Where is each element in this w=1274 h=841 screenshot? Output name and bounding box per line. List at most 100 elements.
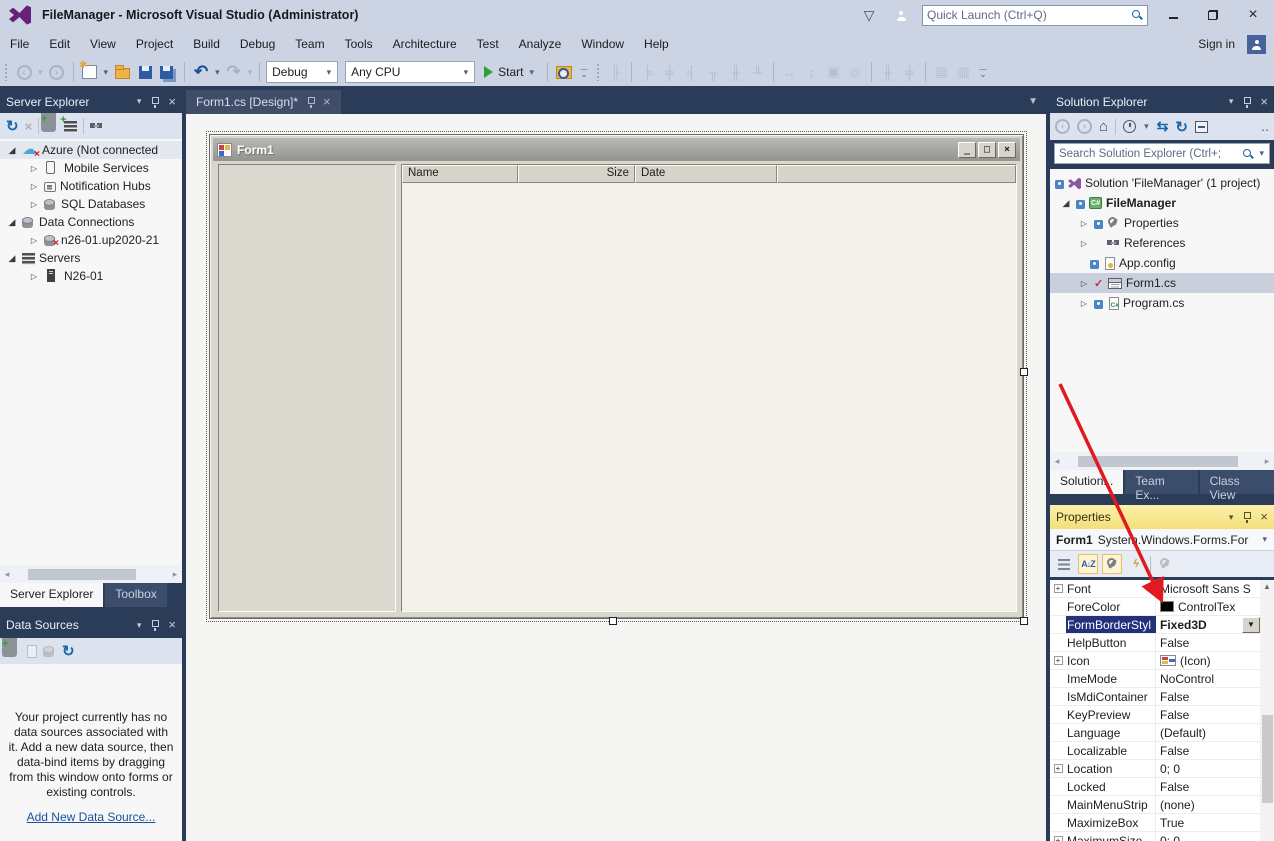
close-button[interactable]: × (1238, 3, 1268, 27)
save-all-icon[interactable] (158, 61, 178, 83)
menu-project[interactable]: Project (126, 32, 183, 56)
scroll-left-icon[interactable]: ◂ (0, 569, 14, 580)
form-listview[interactable]: Name Size Date (401, 164, 1017, 612)
column-header-name[interactable]: Name (402, 165, 518, 183)
new-project-dropdown-icon[interactable]: ▾ (103, 67, 110, 78)
expand-toggle-icon[interactable]: + (1054, 656, 1063, 665)
scroll-right-icon[interactable]: ▸ (1260, 456, 1274, 467)
designer-surface[interactable]: Form1 _ □ × Name Size Date (186, 114, 1046, 841)
form-treeview[interactable] (218, 164, 396, 612)
window-position-icon[interactable]: ▾ (137, 620, 142, 631)
scrollbar-thumb[interactable] (1262, 715, 1273, 803)
solution-platform-combo[interactable]: Any CPU ▾ (345, 61, 475, 83)
tree-item-database-connection[interactable]: ▷ × n26-01.up2020-21 (0, 231, 182, 249)
property-row-locked[interactable]: Locked False (1050, 778, 1274, 796)
minimize-button[interactable] (1158, 3, 1188, 27)
horizontal-scrollbar[interactable]: ◂ ▸ (1050, 452, 1274, 470)
property-row-helpbutton[interactable]: HelpButton False (1050, 634, 1274, 652)
sign-in-link[interactable]: Sign in (1198, 37, 1235, 51)
tree-item-server-n26[interactable]: ▷ N26-01 (0, 267, 182, 285)
find-in-files-icon[interactable] (554, 61, 574, 83)
window-position-icon[interactable]: ▾ (1229, 512, 1234, 523)
undo-icon[interactable]: ↶ (191, 61, 211, 83)
designed-form[interactable]: Form1 _ □ × Name Size Date (209, 134, 1024, 619)
events-icon[interactable]: ϟ (1126, 554, 1146, 574)
property-row-forecolor[interactable]: ForeColor ControlTex (1050, 598, 1274, 616)
search-options-icon[interactable]: ▾ (1258, 148, 1265, 159)
menu-window[interactable]: Window (571, 32, 634, 56)
toolbar-overflow-icon[interactable]: ‥ (1261, 120, 1269, 134)
pin-icon[interactable] (150, 619, 159, 631)
tree-item-references[interactable]: ▷ References (1050, 233, 1274, 253)
menu-build[interactable]: Build (183, 32, 230, 56)
new-project-icon[interactable] (80, 61, 100, 83)
pin-icon[interactable] (150, 96, 159, 108)
pin-icon[interactable] (306, 96, 315, 108)
scroll-up-icon[interactable]: ▲ (1260, 580, 1274, 594)
toolbar-overflow-icon[interactable]: ⌄ (577, 68, 591, 76)
window-position-icon[interactable]: ▾ (1229, 96, 1234, 107)
expand-toggle-icon[interactable]: + (1054, 584, 1063, 593)
tree-item-sql-databases[interactable]: ▷ SQL Databases (0, 195, 182, 213)
close-icon[interactable]: × (1260, 96, 1268, 108)
tab-form1-design[interactable]: Form1.cs [Design]* × (186, 90, 341, 114)
expander-icon[interactable]: ▷ (1078, 299, 1090, 308)
quick-launch-input[interactable] (927, 8, 1131, 22)
send-feedback-icon[interactable] (890, 7, 912, 23)
menu-file[interactable]: File (0, 32, 39, 56)
tab-toolbox[interactable]: Toolbox (105, 583, 166, 607)
designed-form-titlebar[interactable]: Form1 _ □ × (213, 138, 1020, 161)
property-row-imemode[interactable]: ImeMode NoControl (1050, 670, 1274, 688)
scroll-right-icon[interactable]: ▸ (168, 569, 182, 580)
menu-help[interactable]: Help (634, 32, 679, 56)
horizontal-scrollbar[interactable]: ◂ ▸ (0, 565, 182, 583)
tab-team-explorer[interactable]: Team Ex... (1125, 470, 1197, 494)
open-file-icon[interactable] (112, 61, 132, 83)
categorized-icon[interactable] (1054, 554, 1074, 574)
property-row-font[interactable]: + Font Microsoft Sans S (1050, 580, 1274, 598)
expand-toggle-icon[interactable]: + (1054, 836, 1063, 841)
expander-icon[interactable]: ▷ (1078, 239, 1090, 248)
expander-icon[interactable]: ▷ (28, 200, 40, 209)
chevron-down-icon[interactable]: ▾ (1261, 534, 1268, 545)
save-icon[interactable] (135, 61, 155, 83)
column-header-date[interactable]: Date (635, 165, 777, 183)
add-new-data-source-link[interactable]: Add New Data Source... (0, 810, 182, 824)
expander-icon[interactable]: ▷ (28, 164, 40, 173)
property-row-ismdicontainer[interactable]: IsMdiContainer False (1050, 688, 1274, 706)
layout-toolbar-grip[interactable] (596, 63, 601, 81)
menu-tools[interactable]: Tools (335, 32, 383, 56)
close-icon[interactable]: × (168, 96, 176, 108)
feedback-icon[interactable]: ▽ (858, 7, 880, 24)
expand-toggle-icon[interactable]: + (1054, 764, 1063, 773)
menu-edit[interactable]: Edit (39, 32, 80, 56)
properties-view-icon[interactable] (1102, 554, 1122, 574)
tab-solution-explorer[interactable]: Solution... (1050, 470, 1123, 494)
expander-icon[interactable]: ◢ (1060, 198, 1072, 209)
properties-titlebar[interactable]: Properties ▾ × (1050, 505, 1274, 529)
tree-item-mobile-services[interactable]: ▷ Mobile Services (0, 159, 182, 177)
sync-with-active-document-icon[interactable]: ⇆ (1157, 118, 1169, 135)
expander-icon[interactable]: ◢ (6, 145, 18, 156)
scrollbar-thumb[interactable] (28, 569, 136, 580)
scrollbar-thumb[interactable] (1078, 456, 1238, 467)
expander-icon[interactable]: ◢ (6, 217, 18, 228)
toolbar-grip[interactable] (4, 63, 9, 81)
menu-debug[interactable]: Debug (230, 32, 285, 56)
tab-server-explorer[interactable]: Server Explorer (0, 583, 103, 607)
start-debug-button[interactable]: Start ▾ (478, 61, 541, 83)
property-row-language[interactable]: Language (Default) (1050, 724, 1274, 742)
close-icon[interactable]: × (1260, 511, 1268, 523)
solution-search-box[interactable]: ▾ (1054, 143, 1270, 164)
collapse-all-icon[interactable] (1195, 121, 1208, 133)
document-list-dropdown-icon[interactable]: ▼ (1028, 96, 1038, 107)
close-icon[interactable]: × (323, 96, 331, 108)
property-row-maximumsize[interactable]: + MaximumSize 0; 0 (1050, 832, 1274, 841)
scroll-left-icon[interactable]: ◂ (1050, 456, 1064, 467)
tab-class-view[interactable]: Class View (1200, 470, 1274, 494)
tree-item-project-filemanager[interactable]: ◢ C# FileManager (1050, 193, 1274, 213)
pending-changes-filter-icon[interactable] (1123, 120, 1136, 133)
expander-icon[interactable]: ▷ (28, 236, 40, 245)
vertical-scrollbar[interactable]: ▲ (1260, 580, 1274, 841)
tree-item-app-config[interactable]: App.config (1050, 253, 1274, 273)
